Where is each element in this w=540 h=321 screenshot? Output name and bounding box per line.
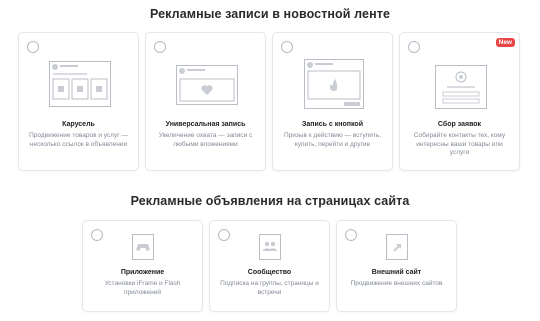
new-badge: New — [495, 38, 515, 47]
radio-button[interactable] — [218, 229, 230, 241]
card-title: Внешний сайт — [371, 269, 422, 276]
gamepad-icon — [132, 234, 154, 260]
card-title: Сообщество — [247, 269, 292, 276]
ad-card-external-site[interactable]: Внешний сайт Продвижение внешних сайтов — [336, 220, 457, 312]
radio-button[interactable] — [154, 41, 166, 53]
ad-card-app[interactable]: Приложение Установки iFrame и Flash прил… — [82, 220, 203, 312]
form-illustration — [435, 65, 487, 109]
card-title: Универсальная запись — [165, 121, 246, 128]
site-section-title: Рекламные объявления на страницах сайта — [130, 194, 410, 208]
card-title: Карусель — [62, 121, 95, 128]
radio-button[interactable] — [27, 41, 39, 53]
card-title: Запись с кнопкой — [301, 121, 363, 128]
heart-post-illustration — [176, 65, 238, 105]
radio-button[interactable] — [281, 41, 293, 53]
radio-button[interactable] — [408, 41, 420, 53]
feed-section-title: Рекламные записи в новостной ленте — [149, 7, 391, 21]
card-description: Продвижение внешних сайтов — [350, 280, 443, 287]
carousel-illustration — [49, 61, 111, 107]
ad-card-lead-form[interactable]: New Сбор заявок Собирайте контакты тех, … — [399, 32, 520, 171]
card-title: Сбор заявок — [437, 121, 482, 128]
card-description: Увеличение охвата — записи с любыми влож… — [158, 132, 253, 148]
card-description: Продвижение товаров и услуг — несколько … — [29, 132, 128, 148]
card-title: Приложение — [120, 269, 165, 276]
flame-button-illustration — [304, 59, 364, 109]
radio-button[interactable] — [345, 229, 357, 241]
ad-card-button-post[interactable]: Запись с кнопкой Призыв к действию — вст… — [272, 32, 393, 171]
ad-card-community[interactable]: Сообщество Подписка на группы, страницы … — [209, 220, 330, 312]
card-description: Собирайте контакты тех, кому интересны в… — [413, 132, 506, 156]
card-description: Призыв к действию — вступить, купить, пе… — [283, 132, 382, 148]
external-link-icon — [386, 234, 408, 260]
ad-card-universal[interactable]: Универсальная запись Увеличение охвата —… — [145, 32, 266, 171]
card-description: Подписка на группы, страницы и встречи — [220, 280, 319, 296]
ad-card-carousel[interactable]: Карусель Продвижение товаров и услуг — н… — [18, 32, 139, 171]
radio-button[interactable] — [91, 229, 103, 241]
group-icon — [259, 234, 281, 260]
card-description: Установки iFrame и Flash приложений — [104, 280, 181, 296]
